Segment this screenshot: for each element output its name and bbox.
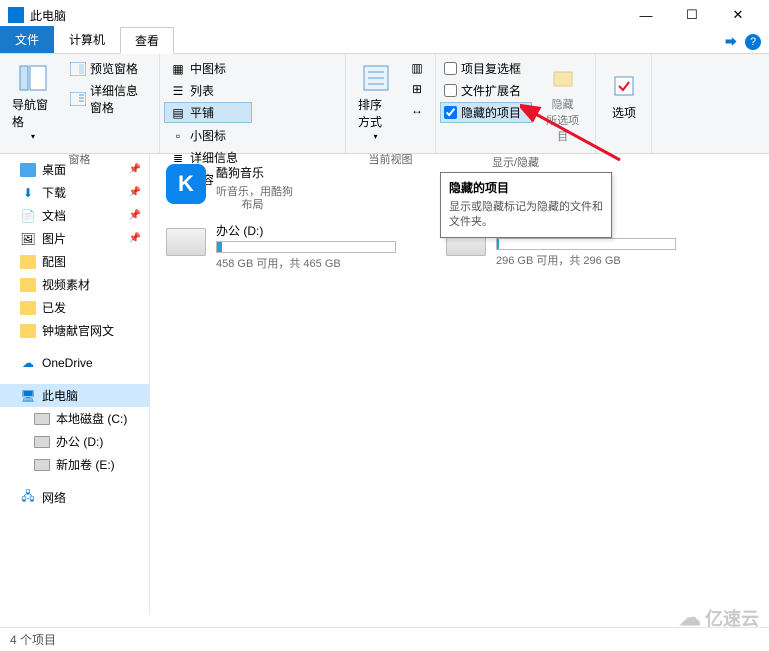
- capacity-bar: [216, 241, 396, 253]
- preview-pane-label: 预览窗格: [90, 60, 138, 77]
- this-pc-icon: [8, 7, 24, 23]
- tab-view[interactable]: 查看: [120, 27, 174, 54]
- sort-by-button[interactable]: 排序方式 ▾: [350, 58, 401, 145]
- sidebar-item-pictures[interactable]: 🖼图片📌: [0, 227, 149, 250]
- add-columns-button[interactable]: ⊞: [403, 79, 431, 99]
- nav-pane-button[interactable]: 导航窗格 ▾: [4, 58, 62, 145]
- sidebar-item-peitu[interactable]: 配图: [0, 250, 149, 273]
- hide-selected-button[interactable]: 隐藏 所选项目: [534, 58, 591, 148]
- help-icon[interactable]: ?: [745, 34, 761, 50]
- sidebar-item-network[interactable]: 🖧网络: [0, 486, 149, 509]
- close-button[interactable]: ✕: [715, 0, 761, 30]
- status-item-count: 4 个项目: [10, 631, 56, 648]
- options-button[interactable]: 选项: [600, 58, 648, 133]
- sidebar-item-downloads[interactable]: ⬇下载📌: [0, 181, 149, 204]
- maximize-button[interactable]: ☐: [669, 0, 715, 30]
- tooltip-hidden-items: 隐藏的项目 显示或隐藏标记为隐藏的文件和文件夹。: [440, 172, 612, 238]
- sidebar-item-desktop[interactable]: 桌面📌: [0, 158, 149, 181]
- layout-tiles[interactable]: ▤平铺: [164, 102, 252, 123]
- capacity-bar: [496, 238, 676, 250]
- details-pane-label: 详细信息窗格: [90, 82, 149, 116]
- layout-medium-icons[interactable]: ▦中图标: [164, 58, 252, 79]
- sidebar-item-onedrive[interactable]: ☁OneDrive: [0, 352, 149, 374]
- item-checkboxes-toggle[interactable]: 项目复选框: [440, 58, 532, 79]
- group-by-button[interactable]: ▥: [403, 58, 431, 78]
- sidebar-item-yifa[interactable]: 已发: [0, 296, 149, 319]
- preview-pane-button[interactable]: 预览窗格: [64, 58, 155, 79]
- status-bar: 4 个项目: [0, 627, 769, 651]
- ribbon: 导航窗格 ▾ 预览窗格 详细信息窗格 窗格 ▦中图标 ☰列表 ▤平铺: [0, 54, 769, 154]
- sidebar-item-documents[interactable]: 📄文档📌: [0, 204, 149, 227]
- hidden-items-toggle[interactable]: 隐藏的项目: [440, 102, 532, 123]
- hidden-items-checkbox[interactable]: [444, 106, 457, 119]
- layout-small-icons[interactable]: ▫小图标: [164, 125, 252, 146]
- tooltip-body: 显示或隐藏标记为隐藏的文件和文件夹。: [449, 200, 603, 231]
- file-ext-toggle[interactable]: 文件扩展名: [440, 80, 532, 101]
- tab-computer[interactable]: 计算机: [54, 26, 120, 53]
- minimize-button[interactable]: —: [623, 0, 669, 30]
- item-checkboxes-checkbox[interactable]: [444, 62, 457, 75]
- layout-list[interactable]: ☰列表: [164, 80, 252, 101]
- drive-icon: [166, 228, 206, 256]
- ribbon-tabs: 文件 计算机 查看 ⮕ ?: [0, 30, 769, 54]
- sidebar-item-drive-d[interactable]: 办公 (D:): [0, 430, 149, 453]
- nav-pane-label: 导航窗格: [12, 96, 54, 130]
- pin-icon: 📌: [129, 164, 141, 175]
- size-columns-button[interactable]: ↔: [403, 100, 431, 120]
- window-title: 此电脑: [30, 7, 623, 24]
- kugou-icon: K: [166, 164, 206, 204]
- tooltip-title: 隐藏的项目: [449, 179, 603, 196]
- ribbon-collapse-icon[interactable]: ⮕: [725, 33, 737, 50]
- details-pane-button[interactable]: 详细信息窗格: [64, 80, 155, 118]
- tab-file[interactable]: 文件: [0, 26, 54, 53]
- tile-drive-d[interactable]: 办公 (D:) 458 GB 可用，共 465 GB: [166, 222, 406, 271]
- sidebar-item-videosrc[interactable]: 视频素材: [0, 273, 149, 296]
- sidebar-item-drive-c[interactable]: 本地磁盘 (C:): [0, 407, 149, 430]
- main-area: 桌面📌 ⬇下载📌 📄文档📌 🖼图片📌 配图 视频素材 已发 钟塘献官网文 ☁On…: [0, 154, 769, 614]
- nav-sidebar: 桌面📌 ⬇下载📌 📄文档📌 🖼图片📌 配图 视频素材 已发 钟塘献官网文 ☁On…: [0, 154, 150, 614]
- sidebar-item-zhongtang[interactable]: 钟塘献官网文: [0, 319, 149, 342]
- sidebar-item-this-pc[interactable]: 🖥此电脑: [0, 384, 149, 407]
- sidebar-item-drive-e[interactable]: 新加卷 (E:): [0, 453, 149, 476]
- watermark: ☁ 亿速云: [679, 605, 759, 631]
- cloud-icon: ☁: [679, 605, 701, 631]
- tile-kugou[interactable]: K 酷狗音乐 听音乐，用酷狗: [166, 164, 406, 204]
- file-ext-checkbox[interactable]: [444, 84, 457, 97]
